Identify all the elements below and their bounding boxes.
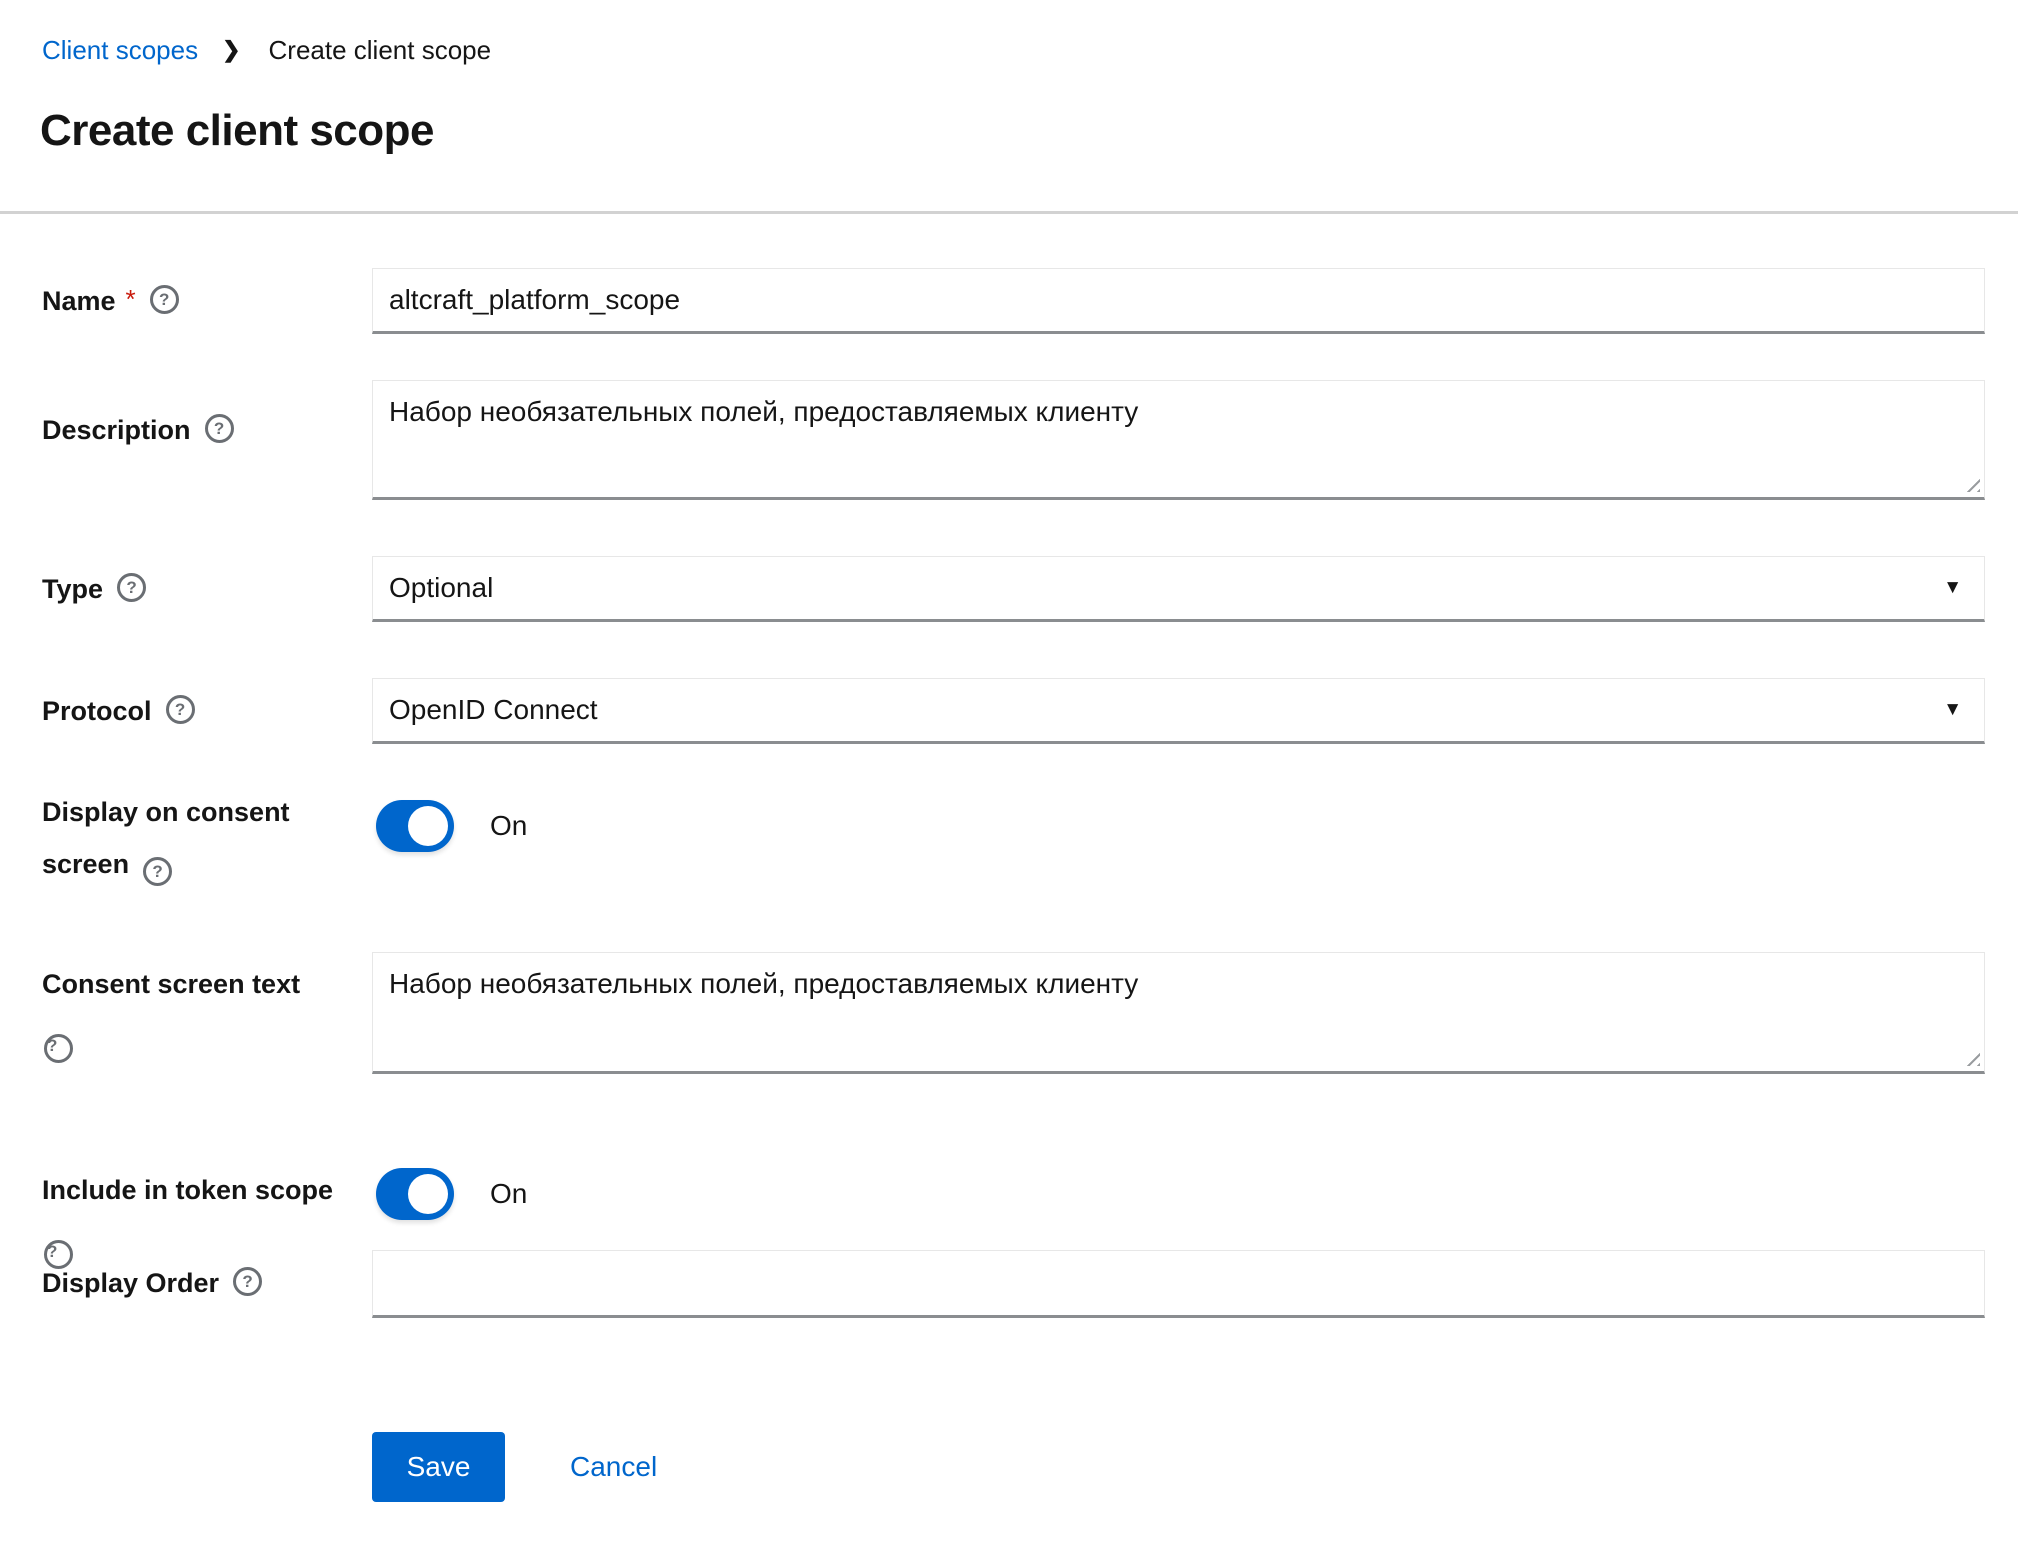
type-label-group: Type ? bbox=[42, 556, 372, 622]
question-mark-glyph: ? bbox=[47, 1036, 57, 1055]
protocol-selected-value: OpenID Connect bbox=[389, 694, 598, 726]
breadcrumb-link-client-scopes[interactable]: Client scopes bbox=[42, 34, 198, 66]
create-client-scope-page: Client scopes ❯ Create client scope Crea… bbox=[0, 0, 2018, 1542]
required-asterisk: * bbox=[126, 277, 136, 321]
name-help-icon[interactable]: ? bbox=[150, 285, 179, 314]
question-mark-glyph: ? bbox=[175, 701, 185, 718]
display-on-consent-toggle[interactable] bbox=[376, 800, 454, 852]
question-mark-glyph: ? bbox=[214, 420, 224, 437]
type-selected-value: Optional bbox=[389, 572, 493, 604]
toggle-knob bbox=[408, 806, 448, 846]
display-order-label-group: Display Order ? bbox=[42, 1250, 372, 1316]
form-row-display-order: Display Order ? bbox=[42, 1250, 1985, 1318]
breadcrumb-current: Create client scope bbox=[269, 34, 492, 66]
question-mark-glyph: ? bbox=[152, 863, 162, 880]
description-label-group: Description ? bbox=[42, 380, 372, 452]
protocol-select[interactable]: OpenID Connect ▼ bbox=[372, 678, 1985, 744]
protocol-help-icon[interactable]: ? bbox=[166, 695, 195, 724]
description-textarea[interactable]: Набор необязательных полей, предоставляе… bbox=[372, 380, 1985, 500]
question-mark-glyph: ? bbox=[242, 1273, 252, 1290]
question-mark-glyph: ? bbox=[126, 579, 136, 596]
include-in-token-label: Include in token scope bbox=[42, 1175, 333, 1205]
form-row-protocol: Protocol ? OpenID Connect ▼ bbox=[42, 678, 1985, 744]
consent-text-help-icon[interactable]: ? bbox=[44, 1034, 73, 1063]
question-mark-glyph: ? bbox=[159, 291, 169, 308]
display-order-input[interactable] bbox=[372, 1250, 1985, 1318]
include-in-token-toggle[interactable] bbox=[376, 1168, 454, 1220]
protocol-label-group: Protocol ? bbox=[42, 678, 372, 744]
display-on-consent-state-label: On bbox=[490, 810, 527, 842]
consent-text-label-group: Consent screen text ? bbox=[42, 952, 372, 1065]
form-row-consent-text: Consent screen text ? Набор необязательн… bbox=[42, 952, 1985, 1074]
name-input[interactable] bbox=[372, 268, 1985, 334]
page-title: Create client scope bbox=[40, 106, 434, 156]
save-button[interactable]: Save bbox=[372, 1432, 505, 1502]
type-select[interactable]: Optional ▼ bbox=[372, 556, 1985, 622]
include-in-token-state-label: On bbox=[490, 1178, 527, 1210]
chevron-down-icon: ▼ bbox=[1943, 699, 1962, 721]
consent-text-textarea[interactable]: Набор необязательных полей, предоставляе… bbox=[372, 952, 1985, 1074]
toggle-knob bbox=[408, 1174, 448, 1214]
name-label-group: Name * ? bbox=[42, 268, 372, 334]
header-divider bbox=[0, 211, 2018, 214]
cancel-link[interactable]: Cancel bbox=[570, 1451, 657, 1483]
consent-text-label: Consent screen text bbox=[42, 969, 300, 999]
protocol-label: Protocol bbox=[42, 689, 152, 733]
form-row-name: Name * ? bbox=[42, 268, 1985, 334]
chevron-down-icon: ▼ bbox=[1943, 577, 1962, 599]
display-order-label: Display Order bbox=[42, 1261, 219, 1305]
display-on-consent-label-group: Display on consent screen? bbox=[42, 800, 372, 890]
display-on-consent-help-icon[interactable]: ? bbox=[143, 857, 172, 886]
breadcrumb-chevron-icon: ❯ bbox=[222, 34, 240, 66]
description-label: Description bbox=[42, 408, 191, 452]
type-label: Type bbox=[42, 567, 103, 611]
name-label: Name bbox=[42, 279, 116, 323]
description-help-icon[interactable]: ? bbox=[205, 414, 234, 443]
type-help-icon[interactable]: ? bbox=[117, 573, 146, 602]
display-on-consent-label: Display on consent screen? bbox=[42, 786, 314, 890]
breadcrumb: Client scopes ❯ Create client scope bbox=[42, 34, 491, 66]
form-row-type: Type ? Optional ▼ bbox=[42, 556, 1985, 622]
display-order-help-icon[interactable]: ? bbox=[233, 1267, 262, 1296]
form-row-display-on-consent: Display on consent screen? On bbox=[42, 800, 1985, 890]
form-actions: Save Cancel bbox=[372, 1432, 657, 1502]
form-row-description: Description ? Набор необязательных полей… bbox=[42, 380, 1985, 500]
